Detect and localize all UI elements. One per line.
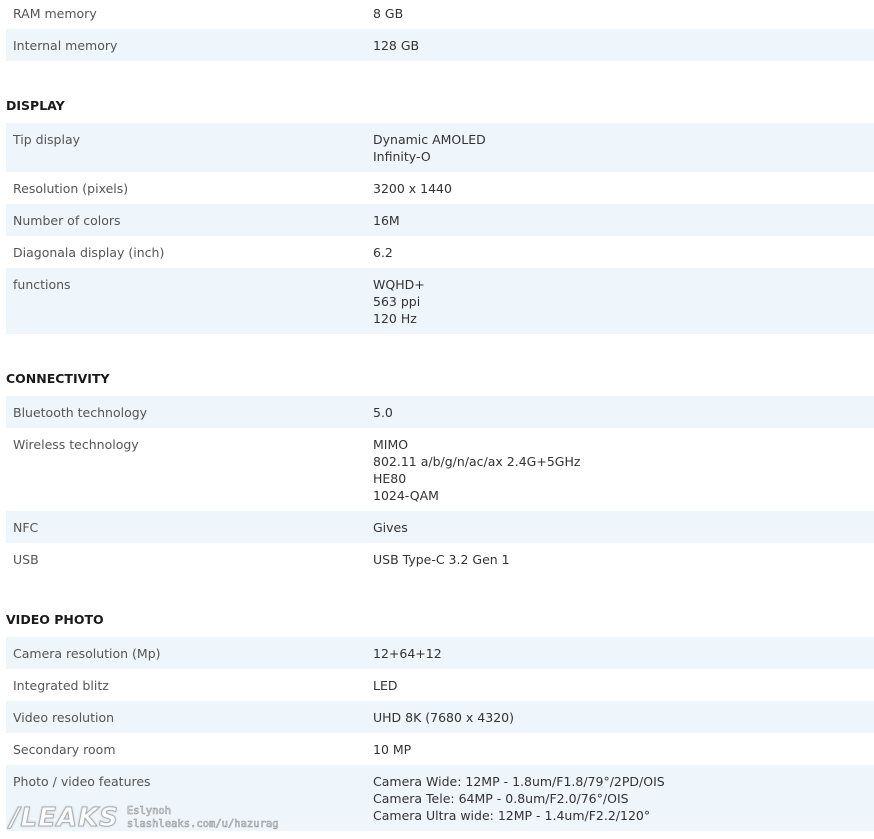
- spec-value: 10 MP: [373, 742, 412, 757]
- spec-values: UHD 8K (7680 x 4320): [366, 709, 874, 726]
- spec-values: MIMO 802.11 a/b/g/n/ac/ax 2.4G+5GHz HE80…: [366, 436, 874, 504]
- spec-values: WQHD+ 563 ppi 120 Hz: [366, 276, 874, 327]
- section-title-display: DISPLAY: [6, 98, 65, 113]
- spec-values: 8 GB: [366, 5, 874, 22]
- spec-label: USB: [13, 552, 39, 567]
- spec-row-flash: Integrated blitz LED: [6, 669, 874, 701]
- spec-label: Diagonala display (inch): [13, 245, 165, 260]
- spec-row-internal-memory: Internal memory 128 GB: [6, 29, 874, 61]
- spec-label: Resolution (pixels): [13, 181, 129, 196]
- spec-value: Camera Ultra wide: 12MP - 1.4um/F2.2/120…: [373, 808, 651, 823]
- watermark: /LEAKS Eslynoh slashleaks.com/u/hazurag: [10, 803, 279, 834]
- spec-label: Camera resolution (Mp): [13, 646, 161, 661]
- spec-row-usb: USB USB Type-C 3.2 Gen 1: [6, 543, 874, 575]
- spec-row-secondary-camera: Secondary room 10 MP: [6, 733, 874, 765]
- spec-value: Camera Tele: 64MP - 0.8um/F2.0/76°/OIS: [373, 791, 629, 806]
- spec-values: LED: [366, 677, 874, 694]
- section-title-video-photo: VIDEO PHOTO: [6, 612, 104, 627]
- spec-row-ram: RAM memory 8 GB: [6, 0, 874, 29]
- spec-value: USB Type-C 3.2 Gen 1: [373, 552, 510, 567]
- spec-row-nfc: NFC Gives: [6, 511, 874, 543]
- spec-value: 8 GB: [373, 6, 404, 21]
- slashleaks-logo: /LEAKS: [10, 803, 119, 834]
- spec-list: RAM memory 8 GB Internal memory 128 GB D…: [6, 0, 874, 831]
- spec-value: 802.11 a/b/g/n/ac/ax 2.4G+5GHz: [373, 454, 581, 469]
- spec-value: 1024-QAM: [373, 488, 439, 503]
- watermark-url: slashleaks.com/u/hazurag: [126, 818, 279, 831]
- spec-value: HE80: [373, 471, 407, 486]
- spec-values: 128 GB: [366, 37, 874, 54]
- spec-value: 120 Hz: [373, 311, 417, 326]
- spec-row-functions: functions WQHD+ 563 ppi 120 Hz: [6, 268, 874, 334]
- spec-values: 10 MP: [366, 741, 874, 758]
- spec-values: 6.2: [366, 244, 874, 261]
- spec-value: 3200 x 1440: [373, 181, 452, 196]
- spec-label: Bluetooth technology: [13, 405, 148, 420]
- spec-row-wireless: Wireless technology MIMO 802.11 a/b/g/n/…: [6, 428, 874, 511]
- spec-value: Infinity-O: [373, 149, 431, 164]
- spec-values: Camera Wide: 12MP - 1.8um/F1.8/79°/2PD/O…: [366, 773, 874, 824]
- spec-label: Internal memory: [13, 38, 118, 53]
- spec-values: 5.0: [366, 404, 874, 421]
- spec-label: Wireless technology: [13, 437, 139, 452]
- spec-values: 3200 x 1440: [366, 180, 874, 197]
- spec-row-resolution: Resolution (pixels) 3200 x 1440: [6, 172, 874, 204]
- watermark-text: Eslynoh slashleaks.com/u/hazurag: [127, 805, 279, 831]
- spec-values: 16M: [366, 212, 874, 229]
- spec-label: Number of colors: [13, 213, 121, 228]
- watermark-user: Eslynoh: [126, 805, 172, 818]
- spec-value: Camera Wide: 12MP - 1.8um/F1.8/79°/2PD/O…: [373, 774, 665, 789]
- spec-value: 128 GB: [373, 38, 420, 53]
- spec-values: USB Type-C 3.2 Gen 1: [366, 551, 874, 568]
- spec-values: Gives: [366, 519, 874, 536]
- spec-row-display-type: Tip display Dynamic AMOLED Infinity-O: [6, 123, 874, 172]
- spec-label: Tip display: [13, 132, 81, 147]
- spec-value: WQHD+: [373, 277, 425, 292]
- section-title-connectivity: CONNECTIVITY: [6, 371, 110, 386]
- spec-value: UHD 8K (7680 x 4320): [373, 710, 514, 725]
- spec-label: Video resolution: [13, 710, 115, 725]
- spec-row-bluetooth: Bluetooth technology 5.0: [6, 396, 874, 428]
- spec-value: 12+64+12: [373, 646, 442, 661]
- spec-row-video-resolution: Video resolution UHD 8K (7680 x 4320): [6, 701, 874, 733]
- spec-label: Secondary room: [13, 742, 116, 757]
- spec-row-colors: Number of colors 16M: [6, 204, 874, 236]
- spec-values: 12+64+12: [366, 645, 874, 662]
- spec-value: 16M: [373, 213, 400, 228]
- spec-values: Dynamic AMOLED Infinity-O: [366, 131, 874, 165]
- spec-value: 5.0: [373, 405, 393, 420]
- spec-label: NFC: [13, 520, 39, 535]
- spec-value: 6.2: [373, 245, 393, 260]
- spec-label: RAM memory: [13, 6, 97, 21]
- spec-label: functions: [13, 277, 71, 292]
- spec-value: MIMO: [373, 437, 409, 452]
- spec-value: LED: [373, 678, 398, 693]
- spec-value: Dynamic AMOLED: [373, 132, 486, 147]
- spec-row-camera-resolution: Camera resolution (Mp) 12+64+12: [6, 637, 874, 669]
- spec-label: Integrated blitz: [13, 678, 109, 693]
- spec-value: 563 ppi: [373, 294, 421, 309]
- spec-value: Gives: [373, 520, 408, 535]
- spec-row-diagonal: Diagonala display (inch) 6.2: [6, 236, 874, 268]
